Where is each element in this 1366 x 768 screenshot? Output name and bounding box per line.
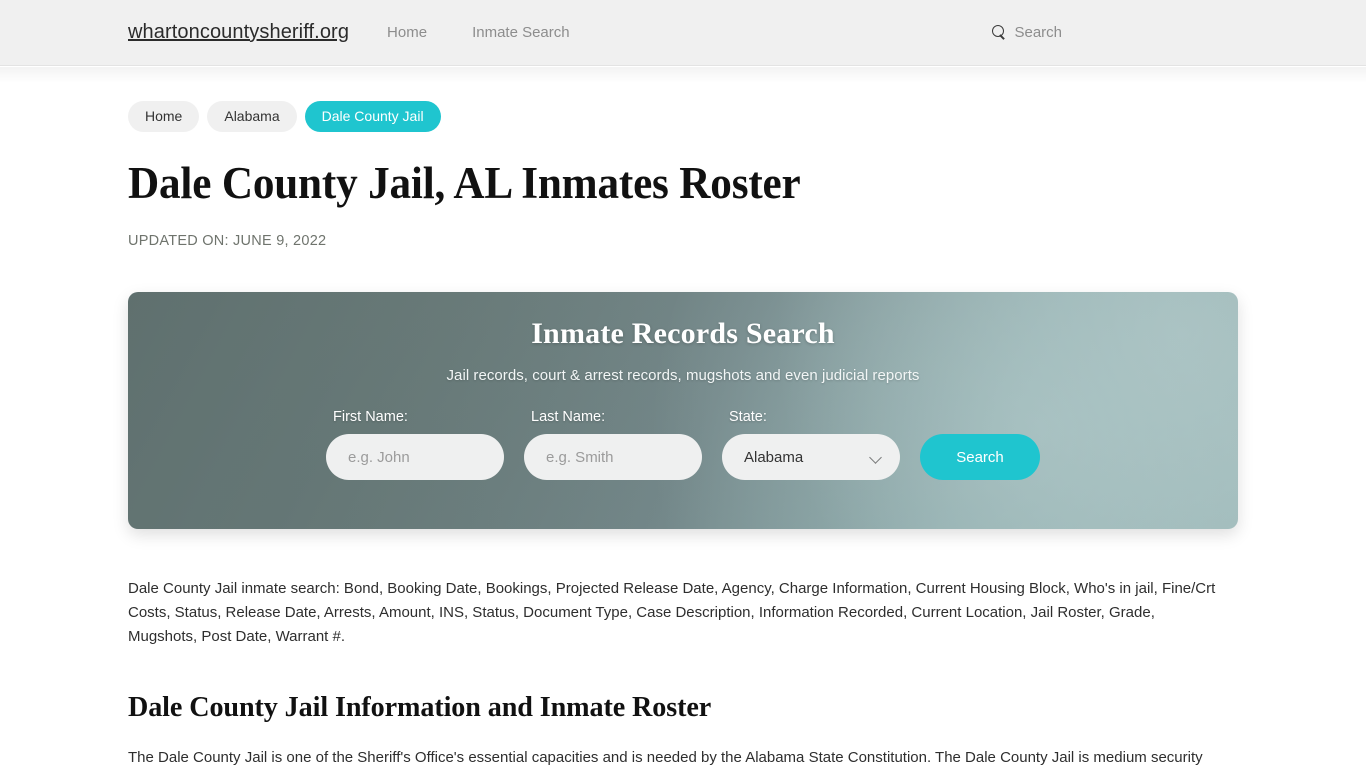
state-select[interactable]: Alabama: [722, 434, 900, 481]
header-fade-divider: [0, 67, 1366, 83]
intro-paragraph: Dale County Jail inmate search: Bond, Bo…: [128, 580, 1216, 646]
state-select-wrap: Alabama: [722, 434, 900, 481]
breadcrumb-item-dale-county-jail[interactable]: Dale County Jail: [304, 101, 441, 132]
last-name-input[interactable]: [524, 434, 702, 481]
search-button[interactable]: Search: [920, 434, 1040, 481]
last-name-label: Last Name:: [531, 409, 606, 426]
site-header: whartoncountysheriff.org Home Inmate Sea…: [0, 0, 1366, 66]
updated-date: UPDATED ON: JUNE 9, 2022: [128, 233, 327, 250]
state-label: State:: [729, 409, 767, 426]
inmate-search-form: First Name: Last Name: State: Alabama: [326, 409, 1040, 481]
section-title: Dale County Jail Information and Inmate …: [128, 691, 712, 724]
header-search[interactable]: Search: [992, 24, 1238, 41]
first-name-field-group: First Name:: [326, 409, 504, 481]
breadcrumb: Home Alabama Dale County Jail: [128, 101, 1238, 132]
search-icon: [992, 25, 1007, 40]
hero-title: Inmate Records Search: [531, 317, 835, 351]
page-title: Dale County Jail, AL Inmates Roster: [128, 157, 801, 208]
main-nav: Home Inmate Search: [387, 24, 570, 41]
state-field-group: State: Alabama: [722, 409, 900, 481]
first-name-input[interactable]: [326, 434, 504, 481]
header-inner: whartoncountysheriff.org Home Inmate Sea…: [0, 21, 1366, 44]
inmate-records-search-panel: Inmate Records Search Jail records, cour…: [128, 292, 1238, 530]
nav-item-home[interactable]: Home: [387, 24, 427, 41]
header-search-label: Search: [1014, 24, 1062, 41]
hero-subtitle: Jail records, court & arrest records, mu…: [446, 367, 920, 385]
breadcrumb-item-home[interactable]: Home: [128, 101, 200, 132]
breadcrumb-item-alabama[interactable]: Alabama: [207, 101, 297, 132]
site-brand[interactable]: whartoncountysheriff.org: [128, 21, 349, 44]
page-content: Home Alabama Dale County Jail Dale Count…: [0, 101, 1366, 768]
section-paragraph: The Dale County Jail is one of the Sheri…: [128, 749, 1203, 767]
last-name-field-group: Last Name:: [524, 409, 702, 481]
first-name-label: First Name:: [333, 409, 408, 426]
nav-item-inmate-search[interactable]: Inmate Search: [472, 24, 570, 41]
hero-inner: Inmate Records Search Jail records, cour…: [128, 292, 1238, 529]
